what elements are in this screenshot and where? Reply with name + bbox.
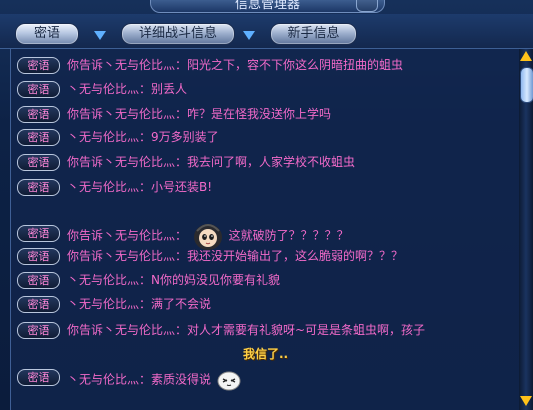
chat-message: 密语 你告诉丶无与伦比灬：咋？是在怪我没送你上学吗 [17,103,517,125]
message-text: 丶无与伦比灬：9万多别装了 [67,130,219,144]
whisper-badge[interactable]: 密语 [17,369,60,386]
chat-message: 密语 你告诉丶无与伦比灬： 这就破防了？？？？？ [17,217,517,250]
whisper-badge[interactable]: 密语 [17,322,60,339]
whisper-badge[interactable]: 密语 [17,106,60,123]
message-text: 丶无与伦比灬：N你的妈没见你要有礼貌 [67,273,280,287]
chat-message: 密语 丶无与伦比灬：N你的妈没见你要有礼貌 [17,269,517,291]
message-text: 你告诉丶无与伦比灬：我去问了啊，人家学校不收蛆虫 [67,155,356,169]
chat-message: 密语 你告诉丶无与伦比灬：我还没开始输出了，这么脆弱的啊？？？ [17,245,517,267]
tab-battle-info[interactable]: 详细战斗信息 [121,23,235,45]
triangle-down-icon[interactable] [243,31,255,40]
chat-message: 密语 丶无与伦比灬：9万多别装了 [17,126,517,148]
message-text: 你告诉丶无与伦比灬：阳光之下，容不下你这么阴暗扭曲的蛆虫 [67,58,404,72]
window-title: 信息管理器 [234,0,300,12]
message-text: 丶无与伦比灬：素质没得说 [67,369,243,391]
whisper-badge[interactable]: 密语 [17,81,60,98]
chat-message: 密语 你告诉丶无与伦比灬：对人才需要有礼貌呀~可是是条蛆虫啊，孩子 [17,319,517,341]
arrow-up-icon[interactable] [520,51,532,61]
tab-whisper[interactable]: 密语 [15,23,79,45]
message-text: 你告诉丶无与伦比灬：咋？是在怪我没送你上学吗 [67,107,332,121]
whisper-badge[interactable]: 密语 [17,296,60,313]
triangle-down-icon[interactable] [94,31,106,40]
message-prefix: 你告诉丶无与伦比灬： [67,228,188,243]
chat-message: 密语 你告诉丶无与伦比灬：我去问了啊，人家学校不收蛆虫 [17,151,517,173]
tab-newbie-info[interactable]: 新手信息 [270,23,357,45]
message-text: 丶无与伦比灬：别丢人 [67,82,188,96]
chat-message: 密语 丶无与伦比灬：别丢人 [17,78,517,100]
chat-log[interactable]: 密语 你告诉丶无与伦比灬：阳光之下，容不下你这么阴暗扭曲的蛆虫 密语 丶无与伦比… [10,49,520,410]
white-blob-emoticon [217,371,241,391]
message-text: 丶无与伦比灬：小号还装B! [67,180,213,194]
message-text: 你告诉丶无与伦比灬：对人才需要有礼貌呀~可是是条蛆虫啊，孩子 [67,323,426,337]
chat-message: 密语 你告诉丶无与伦比灬：阳光之下，容不下你这么阴暗扭曲的蛆虫 [17,54,517,76]
whisper-badge[interactable]: 密语 [17,272,60,289]
whisper-badge[interactable]: 密语 [17,129,60,146]
message-text: 丶无与伦比灬：满了不会说 [67,297,212,311]
chat-message: 密语 丶无与伦比灬：小号还装B! [17,176,517,198]
window-titlebar: 信息管理器 [150,0,385,13]
whisper-badge[interactable]: 密语 [17,154,60,171]
whisper-badge[interactable]: 密语 [17,179,60,196]
whisper-badge[interactable]: 密语 [17,57,60,74]
message-text: 你告诉丶无与伦比灬：我还没开始输出了，这么脆弱的啊？？？ [67,249,404,263]
message-suffix: 这就破防了？？？？？ [228,228,349,243]
emote-caption: 我信了.. [243,347,289,361]
chat-message: 密语 丶无与伦比灬：素质没得说 [17,366,517,392]
arrow-down-icon[interactable] [520,396,532,406]
tab-bar: 密语 详细战斗信息 新手信息 [0,14,533,49]
whisper-badge[interactable]: 密语 [17,248,60,265]
whisper-badge[interactable]: 密语 [17,225,60,242]
scroll-thumb[interactable] [520,67,533,103]
message-body: 丶无与伦比灬：素质没得说 [67,372,212,387]
close-button[interactable] [356,0,378,12]
chat-window: 信息管理器 密语 详细战斗信息 新手信息 密语 你告诉丶无与伦比灬：阳光之下，容… [0,0,533,410]
chat-scrollbar[interactable] [519,49,533,410]
chat-message: 密语 丶无与伦比灬：满了不会说 [17,293,517,315]
